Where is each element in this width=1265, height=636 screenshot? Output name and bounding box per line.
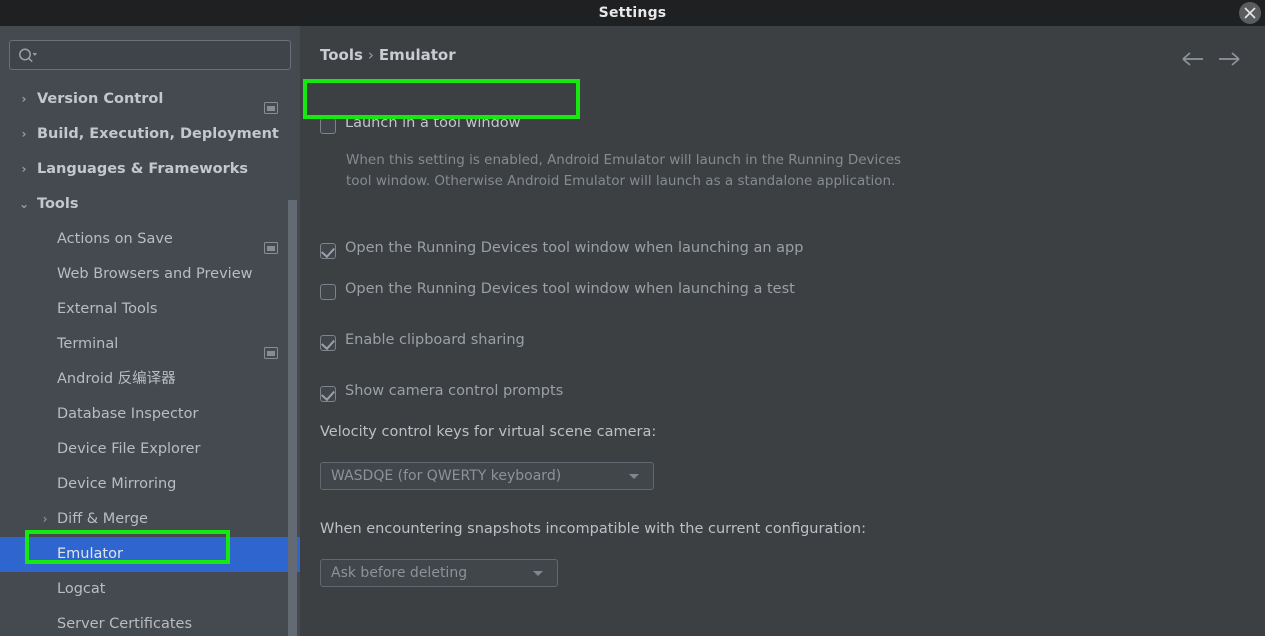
sidebar-item-device-mirroring[interactable]: Device Mirroring	[0, 467, 300, 502]
breadcrumb-parent[interactable]: Tools	[320, 46, 363, 64]
chevron-down-icon	[629, 474, 639, 479]
window-title: Settings	[598, 5, 667, 21]
chevron-right-icon: ›	[21, 127, 27, 141]
incompatible-snapshots-value: Ask before deleting	[331, 565, 468, 581]
breadcrumb-current: Emulator	[378, 46, 456, 64]
sidebar-item-label: Device Mirroring	[57, 476, 177, 492]
show-camera-control-prompts-label: Show camera control prompts	[345, 383, 564, 399]
chevron-down-icon: ⌄	[18, 197, 30, 211]
sidebar-item-label: Tools	[37, 196, 79, 212]
breadcrumb-separator: ›	[367, 46, 374, 64]
launch-in-a-tool-window-label: Launch in a tool window	[345, 115, 521, 131]
open-running-devices-on-test-label: Open the Running Devices tool window whe…	[345, 281, 795, 297]
incompatible-snapshots-dropdown[interactable]: Ask before deleting	[320, 559, 558, 587]
open-running-devices-on-app-label: Open the Running Devices tool window whe…	[345, 240, 804, 256]
sidebar-item-device-file-explorer[interactable]: Device File Explorer	[0, 432, 300, 467]
chevron-down-icon	[533, 571, 543, 576]
title-bar: Settings	[0, 0, 1265, 26]
chevron-right-icon: ›	[21, 92, 27, 106]
search-input[interactable]	[46, 41, 286, 69]
arrow-left-icon[interactable]	[1181, 48, 1205, 74]
sidebar-item-emulator[interactable]: Emulator	[0, 537, 300, 572]
settings-sidebar: › Version Control › Build, Execution, De…	[0, 26, 300, 636]
sidebar-item-label: Languages & Frameworks	[37, 161, 249, 177]
velocity-keys-value: WASDQE (for QWERTY keyboard)	[331, 468, 562, 484]
project-scope-icon	[264, 338, 278, 362]
project-scope-icon	[264, 233, 278, 257]
sidebar-item-actions-on-save[interactable]: Actions on Save	[0, 222, 300, 257]
sidebar-item-server-certificates[interactable]: Server Certificates	[0, 607, 300, 636]
sidebar-item-languages-frameworks[interactable]: › Languages & Frameworks	[0, 152, 300, 187]
incompatible-snapshots-label: When encountering snapshots incompatible…	[320, 521, 866, 537]
sidebar-item-label: Android 反编译器	[57, 371, 176, 387]
sidebar-scrollbar-thumb[interactable]	[288, 200, 297, 636]
sidebar-item-logcat[interactable]: Logcat	[0, 572, 300, 607]
sidebar-item-web-browsers-and-preview[interactable]: Web Browsers and Preview	[0, 257, 300, 292]
enable-clipboard-sharing-checkbox[interactable]	[320, 335, 336, 351]
chevron-right-icon: ›	[42, 512, 48, 526]
sidebar-item-label: Build, Execution, Deployment	[37, 126, 279, 142]
sidebar-item-label: Actions on Save	[57, 231, 173, 247]
settings-tree: › Version Control › Build, Execution, De…	[0, 82, 300, 636]
velocity-keys-dropdown[interactable]: WASDQE (for QWERTY keyboard)	[320, 462, 654, 490]
sidebar-item-label: Web Browsers and Preview	[57, 266, 253, 282]
sidebar-item-label: Terminal	[57, 336, 119, 352]
settings-content-panel: Tools › Emulator Launch in a tool window W…	[300, 26, 1265, 636]
sidebar-item-label: Device File Explorer	[57, 441, 201, 457]
launch-in-a-tool-window-checkbox[interactable]	[320, 118, 336, 134]
launch-in-a-tool-window-description: When this setting is enabled, Android Em…	[346, 152, 902, 189]
arrow-right-icon[interactable]	[1217, 48, 1241, 74]
sidebar-item-label: Database Inspector	[57, 406, 199, 422]
sidebar-item-build-execution-deployment[interactable]: › Build, Execution, Deployment	[0, 117, 300, 152]
open-running-devices-on-app-checkbox[interactable]	[320, 243, 336, 259]
sidebar-item-diff-merge[interactable]: › Diff & Merge	[0, 502, 300, 537]
enable-clipboard-sharing-label: Enable clipboard sharing	[345, 332, 525, 348]
sidebar-item-version-control[interactable]: › Version Control	[0, 82, 300, 117]
sidebar-item-external-tools[interactable]: External Tools	[0, 292, 300, 327]
sidebar-item-label: Server Certificates	[57, 616, 193, 632]
settings-dialog: Settings › Version Control › Build, Exec…	[0, 0, 1265, 636]
navigation-arrows	[1181, 48, 1247, 72]
breadcrumb: Tools › Emulator	[320, 46, 456, 64]
search-icon	[18, 47, 38, 69]
sidebar-item-database-inspector[interactable]: Database Inspector	[0, 397, 300, 432]
project-scope-icon	[264, 93, 278, 117]
show-camera-control-prompts-checkbox[interactable]	[320, 386, 336, 402]
open-running-devices-on-test-checkbox[interactable]	[320, 284, 336, 300]
sidebar-item-terminal[interactable]: Terminal	[0, 327, 300, 362]
sidebar-item-android-decompiler[interactable]: Android 反编译器	[0, 362, 300, 397]
sidebar-item-label: Diff & Merge	[57, 511, 148, 527]
sidebar-item-label: Emulator	[57, 546, 123, 562]
velocity-keys-label: Velocity control keys for virtual scene …	[320, 424, 657, 440]
chevron-right-icon: ›	[21, 162, 27, 176]
sidebar-item-label: Version Control	[37, 91, 164, 107]
search-box[interactable]	[9, 40, 291, 70]
close-icon[interactable]	[1239, 2, 1261, 24]
sidebar-item-label: External Tools	[57, 301, 158, 317]
sidebar-item-tools[interactable]: ⌄ Tools	[0, 187, 300, 222]
sidebar-item-label: Logcat	[57, 581, 106, 597]
